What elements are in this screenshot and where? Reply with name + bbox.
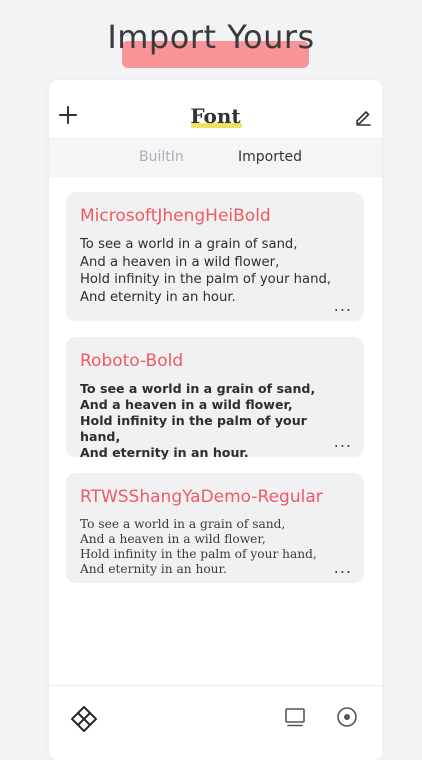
navigation-bar: Font: [49, 80, 382, 138]
font-card[interactable]: RTWSShangYaDemo-Regular To see a world i…: [66, 473, 364, 583]
font-sample-text: To see a world in a grain of sand, And a…: [80, 381, 316, 460]
font-name: MicrosoftJhengHeiBold: [80, 206, 271, 226]
promo-title: Import Yours: [107, 18, 315, 56]
nav-title: Font: [49, 104, 382, 128]
nav-title-text: Font: [190, 104, 241, 128]
app-screen: Font BuiltIn Imported MicrosoftJhengHeiB…: [49, 80, 382, 760]
font-card[interactable]: Roboto-Bold To see a world in a grain of…: [66, 337, 364, 460]
tab-imported[interactable]: Imported: [238, 149, 302, 165]
more-options-icon[interactable]: ...: [334, 432, 352, 451]
font-list: MicrosoftJhengHeiBold To see a world in …: [66, 192, 364, 599]
font-name: RTWSShangYaDemo-Regular: [80, 487, 323, 507]
font-sample-text: To see a world in a grain of sand, And a…: [80, 237, 332, 305]
more-options-icon[interactable]: ...: [334, 296, 352, 315]
font-name: Roboto-Bold: [80, 351, 184, 371]
pencil-icon[interactable]: [354, 108, 372, 126]
more-options-icon[interactable]: ...: [334, 558, 352, 577]
font-sample-text: To see a world in a grain of sand, And a…: [80, 517, 317, 576]
monitor-icon[interactable]: [284, 706, 306, 728]
promo-header: Import Yours: [0, 18, 422, 56]
bottom-toolbar: [49, 685, 382, 760]
diamond-grid-icon[interactable]: [69, 704, 99, 734]
tab-builtin[interactable]: BuiltIn: [139, 149, 184, 165]
tab-bar: BuiltIn Imported: [49, 138, 382, 177]
target-icon[interactable]: [336, 706, 358, 728]
font-card[interactable]: MicrosoftJhengHeiBold To see a world in …: [66, 192, 364, 321]
